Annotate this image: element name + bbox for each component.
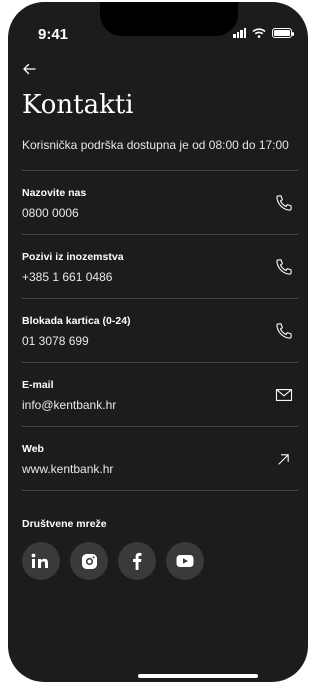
instagram-icon[interactable] <box>70 542 108 580</box>
facebook-icon[interactable] <box>118 542 156 580</box>
battery-icon <box>272 28 294 38</box>
support-hours-text: Korisnička podrška dostupna je od 08:00 … <box>22 138 289 152</box>
contact-label: Blokada kartica (0-24) <box>22 315 131 327</box>
back-arrow-icon[interactable] <box>22 62 40 80</box>
contact-row-call-us[interactable]: Nazovite nas 0800 0006 <box>22 171 298 234</box>
wifi-icon <box>252 28 266 38</box>
page-title: Kontakti <box>22 90 134 120</box>
home-indicator[interactable] <box>138 674 258 678</box>
device-notch <box>100 2 238 36</box>
status-time: 9:41 <box>38 26 69 43</box>
mail-icon[interactable] <box>274 385 294 405</box>
contact-row-card-block[interactable]: Blokada kartica (0-24) 01 3078 699 <box>22 299 298 362</box>
contact-value: 01 3078 699 <box>22 334 89 348</box>
contact-row-international[interactable]: Pozivi iz inozemstva +385 1 661 0486 <box>22 235 298 298</box>
phone-screen: 9:41 Kontakti Korisnička podrška dostupn… <box>8 2 308 682</box>
signal-icon <box>233 28 246 38</box>
phone-icon[interactable] <box>274 257 294 277</box>
contact-value: www.kentbank.hr <box>22 462 114 476</box>
external-link-icon[interactable] <box>274 449 294 469</box>
contact-label: Web <box>22 443 44 455</box>
divider <box>22 490 298 491</box>
contact-value: info@kentbank.hr <box>22 398 117 412</box>
social-section-title: Društvene mreže <box>22 518 107 530</box>
contact-label: Nazovite nas <box>22 187 87 199</box>
contact-row-web[interactable]: Web www.kentbank.hr <box>22 427 298 490</box>
youtube-icon[interactable] <box>166 542 204 580</box>
status-icons <box>233 28 294 38</box>
phone-icon[interactable] <box>274 193 294 213</box>
contact-label: Pozivi iz inozemstva <box>22 251 124 263</box>
contact-value: +385 1 661 0486 <box>22 270 113 284</box>
phone-icon[interactable] <box>274 321 294 341</box>
linkedin-icon[interactable] <box>22 542 60 580</box>
contact-label: E-mail <box>22 379 54 391</box>
contact-value: 0800 0006 <box>22 206 79 220</box>
social-links <box>22 542 204 580</box>
contact-row-email[interactable]: E-mail info@kentbank.hr <box>22 363 298 426</box>
